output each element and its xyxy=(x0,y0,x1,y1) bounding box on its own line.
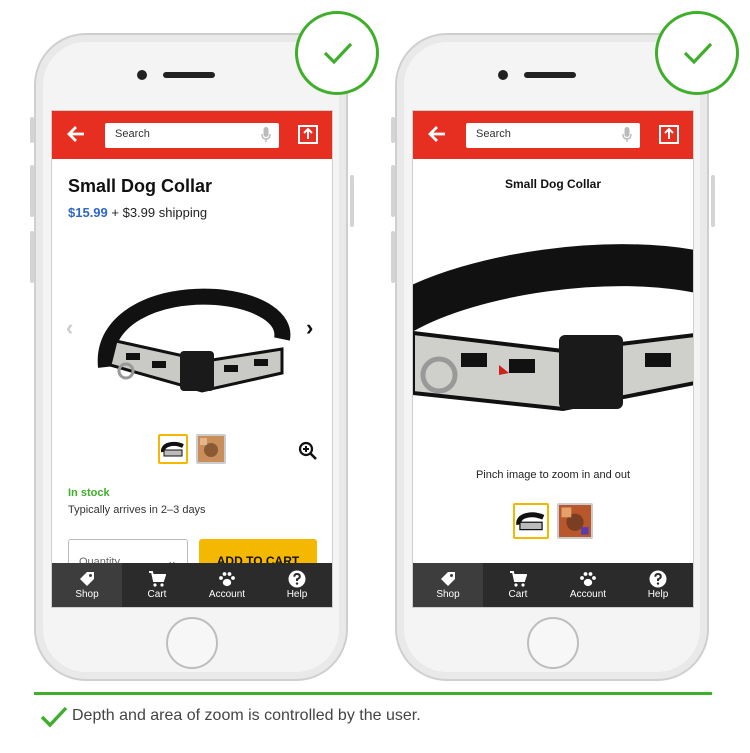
share-icon[interactable] xyxy=(658,123,680,150)
nav-item-cart[interactable]: Cart xyxy=(122,563,192,607)
search-input[interactable]: Search xyxy=(105,123,279,148)
phone-camera xyxy=(498,70,508,80)
checkmark-icon xyxy=(683,42,713,65)
phone-speaker xyxy=(163,72,215,78)
approved-badge-right xyxy=(655,11,739,95)
top-bar: Search xyxy=(52,111,332,159)
thumbnail-collar[interactable] xyxy=(513,503,549,539)
caption-text: Depth and area of zoom is controlled by … xyxy=(72,707,421,724)
nav-label-help: Help xyxy=(647,589,669,600)
shipping-cost: + $3.99 shipping xyxy=(111,205,208,220)
nav-label-account: Account xyxy=(569,589,607,600)
nav-item-shop[interactable]: Shop xyxy=(413,563,483,607)
price-line: $15.99 + $3.99 shipping xyxy=(68,205,207,220)
share-icon[interactable] xyxy=(297,123,319,150)
phone-silent-switch xyxy=(30,117,34,143)
help-icon xyxy=(649,570,667,588)
back-arrow-icon[interactable] xyxy=(427,122,447,146)
home-button[interactable] xyxy=(166,617,218,669)
checkmark-icon xyxy=(40,706,68,728)
nav-item-shop[interactable]: Shop xyxy=(52,563,122,607)
help-icon xyxy=(288,570,306,588)
phone-power-button xyxy=(350,175,354,227)
phone-speaker xyxy=(524,72,576,78)
zoom-in-icon[interactable] xyxy=(298,441,318,466)
tag-icon xyxy=(80,572,94,586)
microphone-icon[interactable] xyxy=(261,127,271,148)
nav-label-account: Account xyxy=(208,589,246,600)
thumbnail-collar[interactable] xyxy=(158,434,188,464)
phone-silent-switch xyxy=(391,117,395,143)
product-title: Small Dog Collar xyxy=(504,177,602,191)
search-placeholder: Search xyxy=(476,128,511,140)
search-placeholder: Search xyxy=(115,128,150,140)
delivery-estimate: Typically arrives in 2–3 days xyxy=(68,504,206,516)
thumbnail-dog-photo[interactable] xyxy=(557,503,593,539)
nav-item-help[interactable]: Help xyxy=(623,563,693,607)
back-arrow-icon[interactable] xyxy=(66,122,86,146)
nav-label-cart: Cart xyxy=(508,589,528,600)
nav-item-account[interactable]: Account xyxy=(192,563,262,607)
bottom-nav: Shop Cart Account Help xyxy=(413,563,693,607)
home-button[interactable] xyxy=(527,617,579,669)
cart-icon xyxy=(510,571,527,587)
nav-label-shop: Shop xyxy=(436,589,460,600)
zoomed-collar-image[interactable] xyxy=(413,243,694,423)
paw-icon xyxy=(580,572,596,587)
phone-mockup-right: Search Small Dog Collar Pinch image to z… xyxy=(391,33,715,681)
phone-volume-up xyxy=(391,165,395,217)
product-price: $15.99 xyxy=(68,205,108,220)
search-input[interactable]: Search xyxy=(466,123,640,148)
nav-item-help[interactable]: Help xyxy=(262,563,332,607)
caption-divider xyxy=(34,692,712,695)
nav-label-help: Help xyxy=(286,589,308,600)
paw-icon xyxy=(219,572,235,587)
phone-power-button xyxy=(711,175,715,227)
previous-image-chevron-icon[interactable]: ‹ xyxy=(66,317,73,339)
top-bar: Search xyxy=(413,111,693,159)
phone-volume-down xyxy=(391,231,395,283)
nav-item-account[interactable]: Account xyxy=(553,563,623,607)
thumbnail-dog-photo[interactable] xyxy=(196,434,226,464)
nav-label-cart: Cart xyxy=(147,589,167,600)
checkmark-icon xyxy=(323,42,353,65)
bottom-nav: Shop Cart Account Help xyxy=(52,563,332,607)
phone-screen: Search Small Dog Collar Pinch image to z… xyxy=(412,110,694,608)
stock-status: In stock xyxy=(68,487,110,499)
nav-item-cart[interactable]: Cart xyxy=(483,563,553,607)
nav-label-shop: Shop xyxy=(75,589,99,600)
next-image-chevron-icon[interactable]: › xyxy=(306,317,313,339)
phone-volume-up xyxy=(30,165,34,217)
dog-collar-image[interactable] xyxy=(96,279,292,403)
cart-icon xyxy=(149,571,166,587)
phone-camera xyxy=(137,70,147,80)
product-title: Small Dog Collar xyxy=(68,176,213,196)
approved-badge-left xyxy=(295,11,379,95)
zoom-hint: Pinch image to zoom in and out xyxy=(475,469,631,481)
tag-icon xyxy=(441,572,455,586)
microphone-icon[interactable] xyxy=(622,127,632,148)
phone-mockup-left: Search Small Dog Collar $15.99 + $3.99 s… xyxy=(30,33,354,681)
phone-screen: Search Small Dog Collar $15.99 + $3.99 s… xyxy=(51,110,333,608)
phone-volume-down xyxy=(30,231,34,283)
